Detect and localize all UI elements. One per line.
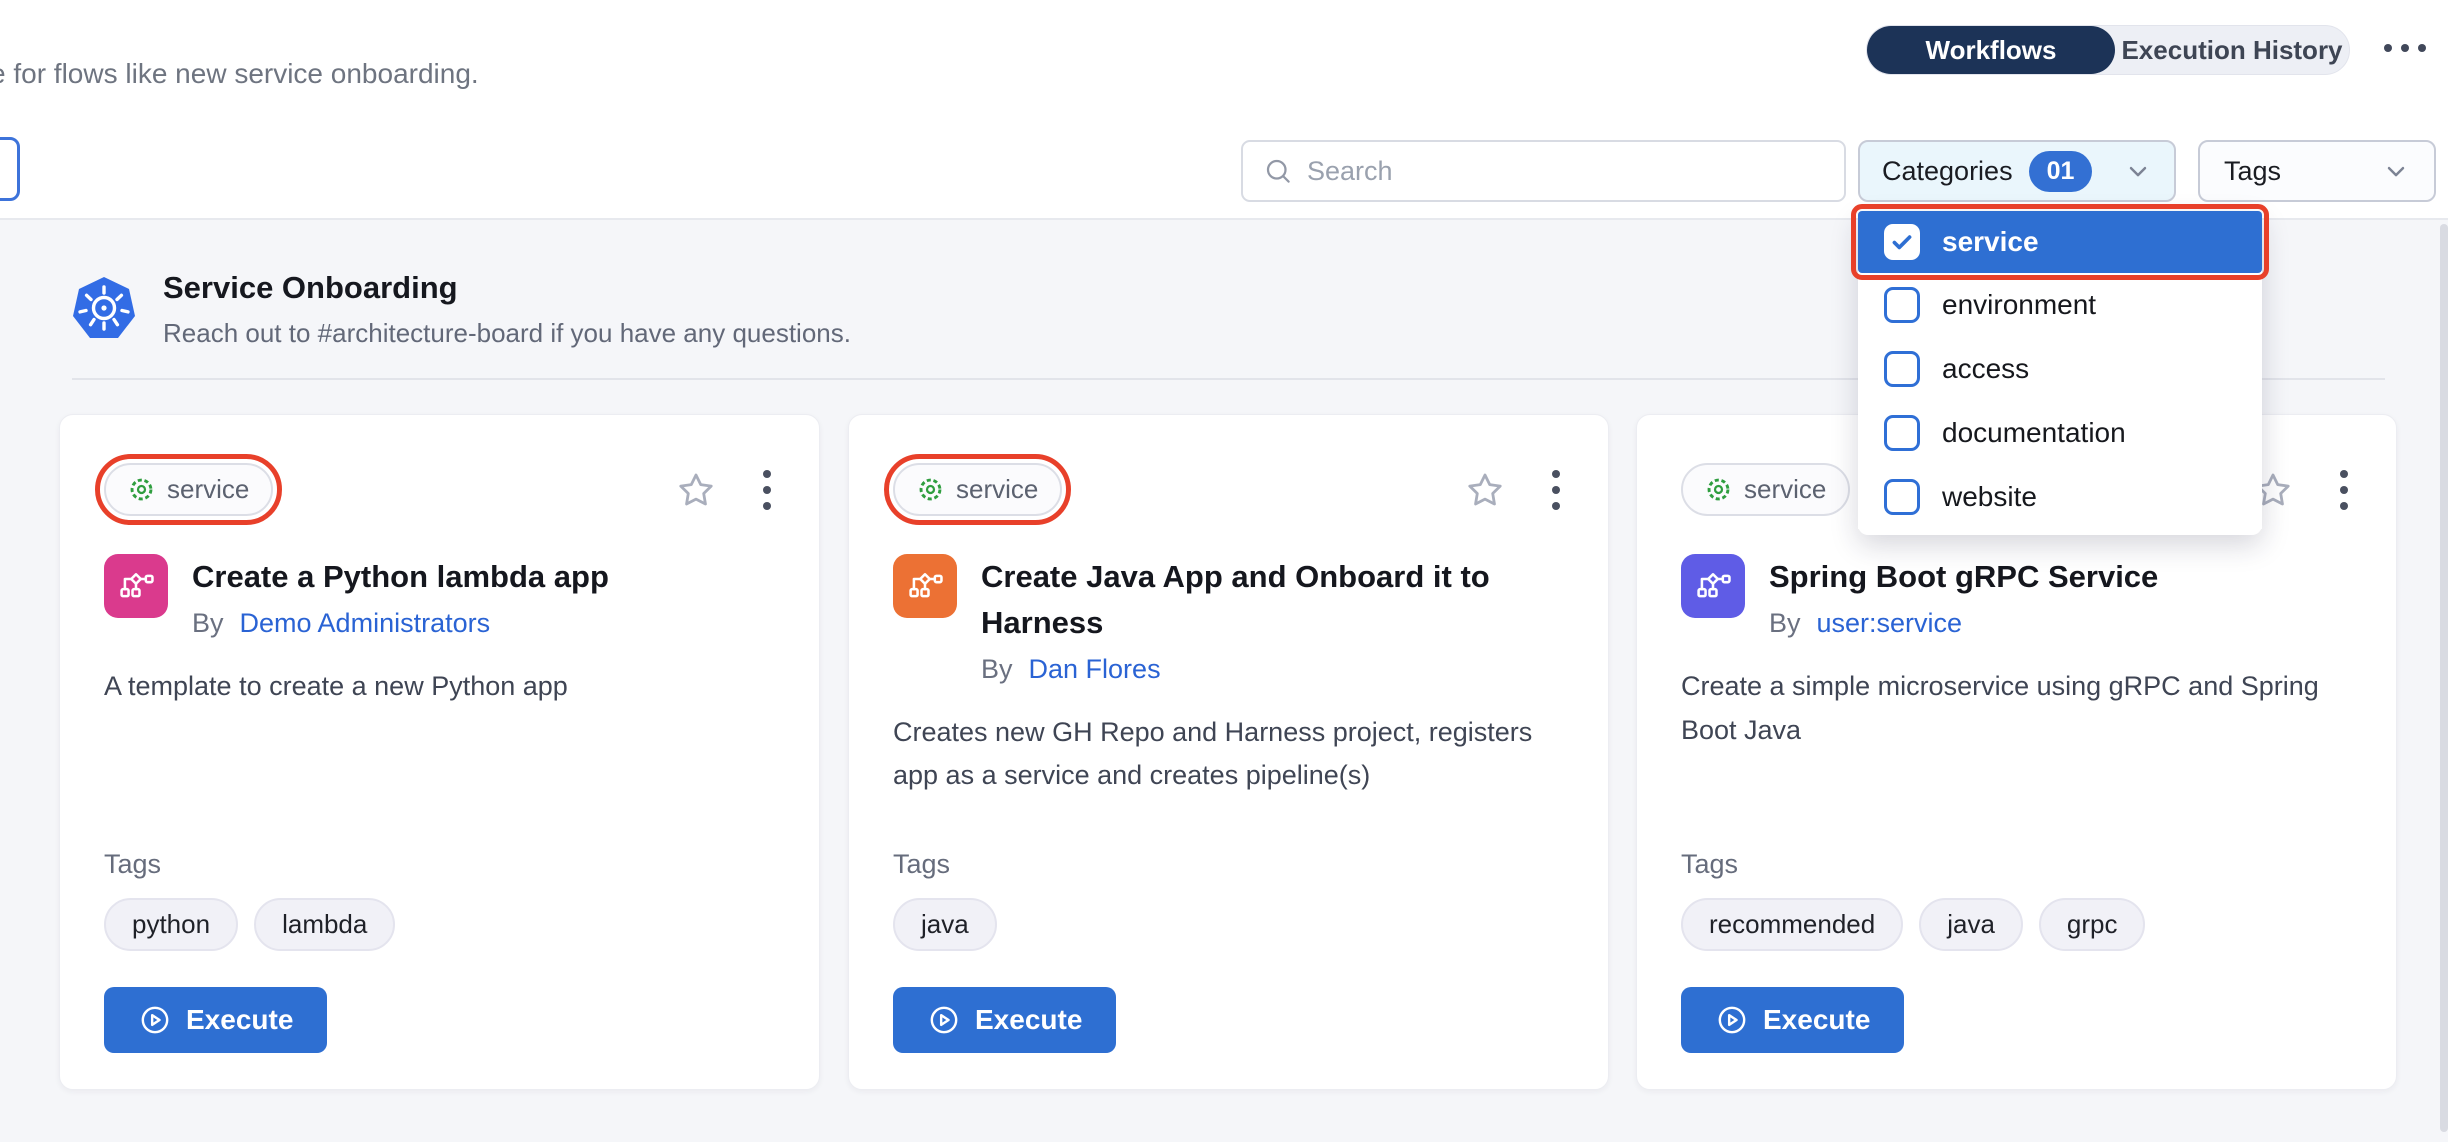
tag-pill: java bbox=[893, 898, 997, 951]
dropdown-option-access[interactable]: access bbox=[1858, 337, 2262, 401]
more-options-icon[interactable] bbox=[2384, 44, 2426, 52]
tag-pill: lambda bbox=[254, 898, 395, 951]
play-circle-icon bbox=[927, 1003, 961, 1037]
checkbox-unchecked-icon[interactable] bbox=[1884, 479, 1920, 515]
category-chip-label: service bbox=[1744, 474, 1826, 505]
execute-button[interactable]: Execute bbox=[104, 987, 327, 1053]
categories-filter-dropdown[interactable]: Categories 01 bbox=[1858, 140, 2176, 202]
star-icon[interactable] bbox=[1464, 469, 1506, 511]
view-toggle: Workflows Execution History bbox=[1866, 25, 2350, 75]
categories-count-badge: 01 bbox=[2029, 151, 2093, 192]
chevron-down-icon bbox=[2382, 157, 2410, 185]
tags-filter-label: Tags bbox=[2224, 156, 2281, 187]
tags-label: Tags bbox=[893, 849, 1564, 880]
partial-left-button[interactable] bbox=[0, 137, 20, 201]
tag-pill: recommended bbox=[1681, 898, 1903, 951]
play-circle-icon bbox=[1715, 1003, 1749, 1037]
page-subtitle-partial: e for flows like new service onboarding. bbox=[0, 58, 479, 90]
tags-label: Tags bbox=[1681, 849, 2352, 880]
search-input-wrap bbox=[1241, 140, 1846, 202]
gear-icon bbox=[1705, 476, 1732, 503]
kebab-menu-icon[interactable] bbox=[759, 466, 775, 514]
vertical-scrollbar[interactable] bbox=[2440, 224, 2448, 1132]
workflow-card: service Create Java App and Onboard it t… bbox=[848, 414, 1609, 1090]
by-label: By bbox=[981, 654, 1013, 685]
workflow-icon bbox=[893, 554, 957, 618]
owner-link[interactable]: Demo Administrators bbox=[240, 608, 491, 639]
by-label: By bbox=[1769, 608, 1801, 639]
search-input[interactable] bbox=[1307, 156, 1824, 187]
workflow-title: Create Java App and Onboard it to Harnes… bbox=[981, 554, 1564, 646]
workflow-card: service Create a Python lambda app bbox=[59, 414, 820, 1090]
checkbox-unchecked-icon[interactable] bbox=[1884, 287, 1920, 323]
tab-workflows[interactable]: Workflows bbox=[1867, 26, 2115, 74]
kubernetes-icon bbox=[72, 276, 136, 345]
dropdown-option-environment[interactable]: environment bbox=[1858, 273, 2262, 337]
checkbox-unchecked-icon[interactable] bbox=[1884, 351, 1920, 387]
tags-label: Tags bbox=[104, 849, 775, 880]
owner-link[interactable]: user:service bbox=[1817, 608, 1963, 639]
workflow-description: Creates new GH Repo and Harness project,… bbox=[893, 711, 1538, 798]
workflow-description: A template to create a new Python app bbox=[104, 665, 749, 709]
workflow-description: Create a simple microservice using gRPC … bbox=[1681, 665, 2326, 752]
execute-button[interactable]: Execute bbox=[1681, 987, 1904, 1053]
kebab-menu-icon[interactable] bbox=[2336, 466, 2352, 514]
star-icon[interactable] bbox=[675, 469, 717, 511]
categories-label: Categories bbox=[1882, 156, 2013, 187]
search-icon bbox=[1263, 156, 1293, 186]
play-circle-icon bbox=[138, 1003, 172, 1037]
gear-icon bbox=[917, 476, 944, 503]
tab-execution-history[interactable]: Execution History bbox=[2115, 26, 2349, 74]
chevron-down-icon bbox=[2124, 157, 2152, 185]
category-chip: service bbox=[1681, 463, 1850, 516]
categories-dropdown-panel: service environment access documentation… bbox=[1858, 211, 2262, 535]
dropdown-option-service[interactable]: service bbox=[1858, 211, 2262, 273]
dropdown-option-documentation[interactable]: documentation bbox=[1858, 401, 2262, 465]
workflow-title: Create a Python lambda app bbox=[192, 554, 609, 600]
section-subtitle: Reach out to #architecture-board if you … bbox=[163, 318, 851, 349]
checkbox-unchecked-icon[interactable] bbox=[1884, 415, 1920, 451]
execute-button[interactable]: Execute bbox=[893, 987, 1116, 1053]
owner-link[interactable]: Dan Flores bbox=[1029, 654, 1161, 685]
kebab-menu-icon[interactable] bbox=[1548, 466, 1564, 514]
category-chip-label: service bbox=[956, 474, 1038, 505]
category-chip: service bbox=[893, 463, 1062, 516]
tag-pill: java bbox=[1919, 898, 2023, 951]
workflow-title: Spring Boot gRPC Service bbox=[1769, 554, 2158, 600]
category-chip-label: service bbox=[167, 474, 249, 505]
by-label: By bbox=[192, 608, 224, 639]
gear-icon bbox=[128, 476, 155, 503]
workflow-icon bbox=[104, 554, 168, 618]
section-title: Service Onboarding bbox=[163, 270, 458, 306]
workflow-icon bbox=[1681, 554, 1745, 618]
checkbox-checked-icon[interactable] bbox=[1884, 224, 1920, 260]
tags-filter-dropdown[interactable]: Tags bbox=[2198, 140, 2436, 202]
tag-pill: python bbox=[104, 898, 238, 951]
tag-pill: grpc bbox=[2039, 898, 2146, 951]
dropdown-option-website[interactable]: website bbox=[1858, 465, 2262, 529]
category-chip: service bbox=[104, 463, 273, 516]
